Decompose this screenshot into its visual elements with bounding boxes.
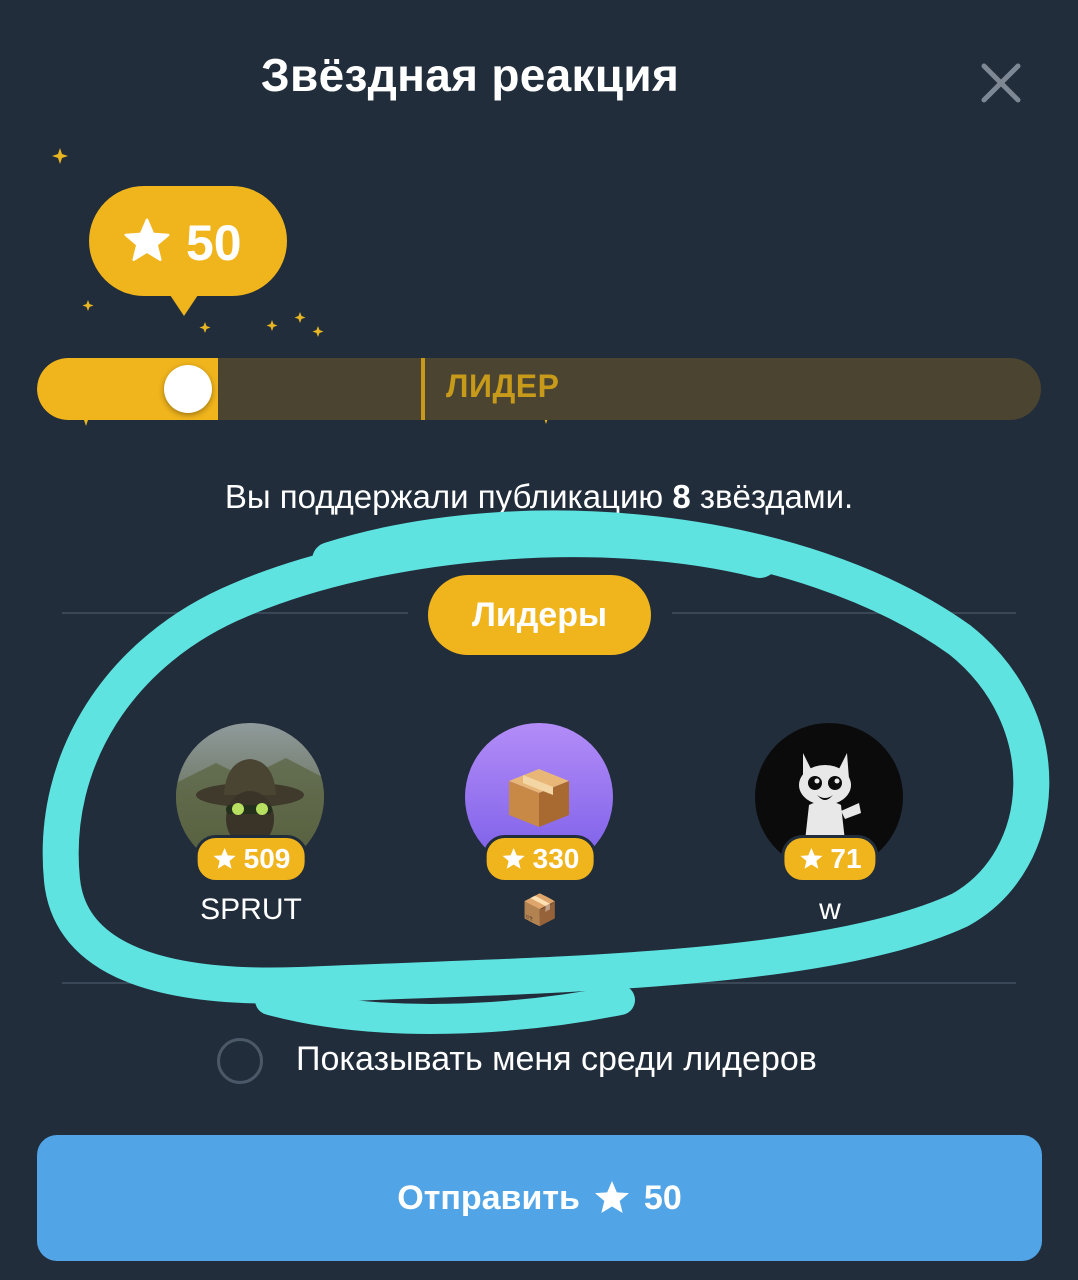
bubble-tail (168, 292, 200, 316)
show-me-checkbox[interactable] (217, 1038, 263, 1084)
leader-name: w (819, 893, 841, 926)
star-count-badge: 71 (781, 835, 879, 883)
divider-left (62, 612, 408, 614)
page-title: Звёздная реакция (260, 49, 680, 101)
star-icon (124, 218, 170, 261)
show-me-label[interactable]: Показывать меня среди лидеров (296, 1040, 817, 1079)
support-prefix: Вы поддержали публикацию (224, 478, 673, 515)
star-count-badge: 509 (194, 835, 308, 883)
leader-threshold-label: ЛИДЕР (446, 368, 560, 404)
send-button-amount: 50 (643, 1178, 682, 1217)
divider-right (672, 612, 1016, 614)
slider-thumb[interactable] (164, 365, 212, 413)
star-count: 330 (532, 843, 580, 874)
leaders-title: Лидеры (428, 575, 651, 655)
leader-item[interactable]: 509 SPRUT (176, 723, 326, 943)
star-count: 71 (830, 843, 862, 874)
support-count: 8 (672, 478, 691, 515)
leader-name: SPRUT (200, 893, 302, 926)
send-button[interactable]: Отправить 50 (37, 1135, 1042, 1261)
support-message: Вы поддержали публикацию 8 звёздами. (0, 478, 1078, 516)
star-icon (502, 847, 525, 869)
leader-item[interactable]: 71 w (755, 723, 905, 943)
star-count-badge: 330 (483, 835, 597, 883)
star-icon (594, 1181, 629, 1213)
close-icon[interactable] (976, 58, 1026, 108)
star-icon (213, 847, 236, 869)
star-amount-value: 50 (186, 215, 242, 271)
support-suffix: звёздами. (690, 478, 854, 515)
divider-bottom (62, 982, 1016, 984)
send-button-label: Отправить (397, 1178, 580, 1217)
leader-name: 📦 (521, 894, 559, 927)
leader-threshold-marker (421, 358, 425, 420)
package-icon (509, 769, 569, 827)
leader-item[interactable]: 330 📦 (465, 723, 615, 943)
star-count: 509 (243, 843, 291, 874)
star-icon (800, 847, 823, 869)
